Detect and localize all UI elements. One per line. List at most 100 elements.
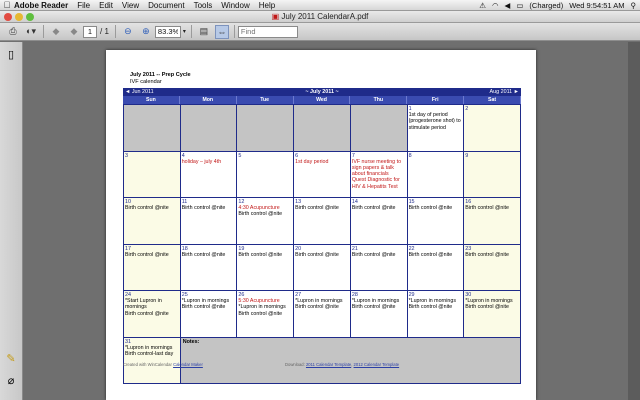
footer: Created with WinCalendar Calendar Maker … bbox=[123, 362, 521, 367]
day-cell-12: 12 4:30 Acupuncture Birth control @nite bbox=[237, 198, 295, 245]
zoom-out-icon[interactable]: ⊖ bbox=[121, 25, 135, 39]
day-number: 5 bbox=[238, 152, 242, 159]
calendar-event: Birth control @nite bbox=[351, 304, 396, 311]
calendar-event: Birth control @nite bbox=[181, 304, 226, 311]
calendar-event: Birth control @nite bbox=[238, 251, 283, 258]
attachments-icon[interactable]: ⌀ bbox=[4, 374, 18, 388]
next-page-icon[interactable]: ◆ bbox=[67, 25, 81, 39]
fit-page-icon[interactable]: ▤ bbox=[197, 25, 211, 39]
weekday-sun: Sun bbox=[123, 96, 180, 104]
empty-day-cell bbox=[237, 105, 295, 152]
empty-day-cell bbox=[180, 105, 238, 152]
calendar-2011-link[interactable]: 2011 Calendar Template bbox=[306, 362, 351, 367]
window-title: July 2011 CalendarA.pdf bbox=[281, 12, 369, 21]
spotlight-icon[interactable]: ⚲ bbox=[631, 1, 637, 10]
calendar-event: Birth control-last day bbox=[125, 350, 174, 357]
wifi-icon[interactable]: ◠ bbox=[492, 1, 499, 10]
vertical-scrollbar[interactable] bbox=[628, 42, 640, 400]
weekday-sat: Sat bbox=[464, 96, 521, 104]
day-cell-26: 26 5:30 Acupuncture *Lupron in mornings Bir… bbox=[237, 291, 295, 338]
calendar-event: holiday – july 4th bbox=[181, 158, 222, 165]
calendar-grid: 1 1st day of period (progesterone shot) t… bbox=[123, 104, 521, 384]
calendar-event: Birth control @nite bbox=[465, 205, 509, 212]
print-icon[interactable]: ⎙ bbox=[6, 25, 20, 39]
day-cell-14: 14 Birth control @nite bbox=[350, 198, 408, 245]
day-cell-18: 18 Birth control @nite bbox=[180, 244, 238, 291]
empty-day-cell bbox=[294, 105, 351, 152]
day-cell-24: 24 *Start Lupron in mornings Birth control… bbox=[124, 291, 181, 338]
day-cell-5: 5 bbox=[237, 151, 295, 198]
day-cell-22: 22 Birth control @nite bbox=[407, 244, 465, 291]
apple-icon[interactable]:  bbox=[0, 0, 14, 10]
calendar-event: Birth control @nite bbox=[125, 205, 169, 212]
zoom-in-icon[interactable]: ⊕ bbox=[139, 25, 153, 39]
calendar-2012-link[interactable]: 2012 Calendar Template bbox=[354, 362, 400, 367]
day-cell-16: 16 Birth control @nite bbox=[464, 198, 521, 245]
weekday-header: Sun Mon Tue Wed Thu Fri Sat bbox=[123, 96, 521, 104]
volume-icon[interactable]: ◀ bbox=[505, 1, 511, 10]
month-nav: ◄ Jun 2011 ~ July 2011 ~ Aug 2011 ► bbox=[123, 88, 521, 96]
calendar-event: Birth control @nite bbox=[465, 304, 509, 311]
calendar-event: *Lupron in mornings bbox=[125, 344, 173, 351]
day-cell-25: 25 *Lupron in mornings Birth control @nite bbox=[180, 291, 238, 338]
menu-bar:  Adobe Reader File Edit View Document T… bbox=[0, 0, 640, 11]
toolbar: ⎙ ◐▾ ◆ ◆ / 1 ⊖ ⊕ ▾ ▤ ⇔ bbox=[0, 23, 640, 41]
month-title: ~ July 2011 ~ bbox=[305, 89, 339, 95]
calendar-event: Birth control @nite bbox=[295, 205, 339, 212]
calendar-maker-link[interactable]: Calendar Maker bbox=[173, 362, 203, 367]
menu-help[interactable]: Help bbox=[259, 1, 275, 10]
battery-icon[interactable]: ▭ bbox=[516, 1, 523, 10]
toolbar-separator bbox=[43, 25, 44, 38]
pdf-page: July 2011 -- Prep Cycle IVF calendar ◄ J… bbox=[106, 50, 536, 400]
day-cell-17: 17 Birth control @nite bbox=[124, 244, 181, 291]
footer-credit: Created with WinCalendar bbox=[123, 362, 172, 367]
day-cell-9: 9 bbox=[464, 151, 521, 198]
calendar-event: IVF nurse meeting to sign papers & talk … bbox=[351, 158, 402, 178]
download-links: Download: 2011 Calendar Template, 2012 C… bbox=[285, 362, 400, 367]
zoom-dropdown-icon[interactable]: ▾ bbox=[183, 28, 186, 35]
clock[interactable]: Wed 9:54:51 AM bbox=[569, 1, 624, 10]
page-total: / 1 bbox=[100, 27, 109, 36]
day-cell-6: 6 1st day period bbox=[294, 151, 351, 198]
prev-page-icon[interactable]: ◆ bbox=[49, 25, 63, 39]
weekday-fri: Fri bbox=[407, 96, 465, 104]
zoom-window-icon[interactable] bbox=[26, 13, 34, 21]
calendar-event: Quest Diagnostic for HIV & Hepatits Test bbox=[351, 177, 400, 190]
comments-icon[interactable]: ✎ bbox=[4, 352, 18, 366]
menu-file[interactable]: File bbox=[77, 1, 90, 10]
day-cell-15: 15 Birth control @nite bbox=[407, 198, 465, 245]
minimize-window-icon[interactable] bbox=[15, 13, 23, 21]
page-number-input[interactable] bbox=[83, 25, 97, 38]
calendar-event: Birth control @nite bbox=[351, 205, 396, 212]
day-number: 3 bbox=[125, 152, 128, 159]
zoom-level-input[interactable] bbox=[154, 25, 181, 38]
menu-view[interactable]: View bbox=[122, 1, 139, 10]
day-number: 9 bbox=[465, 152, 469, 159]
calendar-event: 1st day period bbox=[295, 158, 329, 165]
menu-document[interactable]: Document bbox=[148, 1, 184, 10]
calendar-event: Birth control @nite bbox=[295, 251, 339, 258]
day-cell-1: 1 1st day of period (progesterone shot) t… bbox=[407, 105, 465, 152]
menu-edit[interactable]: Edit bbox=[99, 1, 113, 10]
calendar-event: Birth control @nite bbox=[238, 310, 283, 317]
day-number: 8 bbox=[408, 152, 412, 159]
title-bar: ▣ July 2011 CalendarA.pdf bbox=[0, 11, 640, 23]
calendar-event: Birth control @nite bbox=[351, 251, 396, 258]
find-input[interactable] bbox=[237, 25, 298, 38]
menu-tools[interactable]: Tools bbox=[194, 1, 213, 10]
next-month-link[interactable]: Aug 2011 ► bbox=[489, 88, 519, 96]
pages-icon[interactable]: ▯ bbox=[4, 48, 18, 62]
calendar-title: July 2011 -- Prep Cycle bbox=[130, 72, 191, 78]
toolbar-separator bbox=[114, 25, 116, 38]
fit-width-icon[interactable]: ⇔ bbox=[214, 24, 229, 39]
day-cell-29: 29 *Lupron in mornings Birth control @nite bbox=[407, 291, 465, 338]
share-icon[interactable]: ◐▾ bbox=[24, 25, 38, 39]
app-menu[interactable]: Adobe Reader bbox=[14, 1, 68, 10]
empty-day-cell bbox=[124, 105, 181, 152]
day-cell-3: 3 bbox=[124, 151, 181, 198]
close-window-icon[interactable] bbox=[4, 13, 12, 21]
menu-window[interactable]: Window bbox=[221, 1, 249, 10]
warning-icon[interactable]: ⚠ bbox=[479, 1, 486, 10]
calendar: ◄ Jun 2011 ~ July 2011 ~ Aug 2011 ► Sun M… bbox=[123, 88, 521, 400]
calendar-event: Birth control @nite bbox=[295, 304, 339, 311]
